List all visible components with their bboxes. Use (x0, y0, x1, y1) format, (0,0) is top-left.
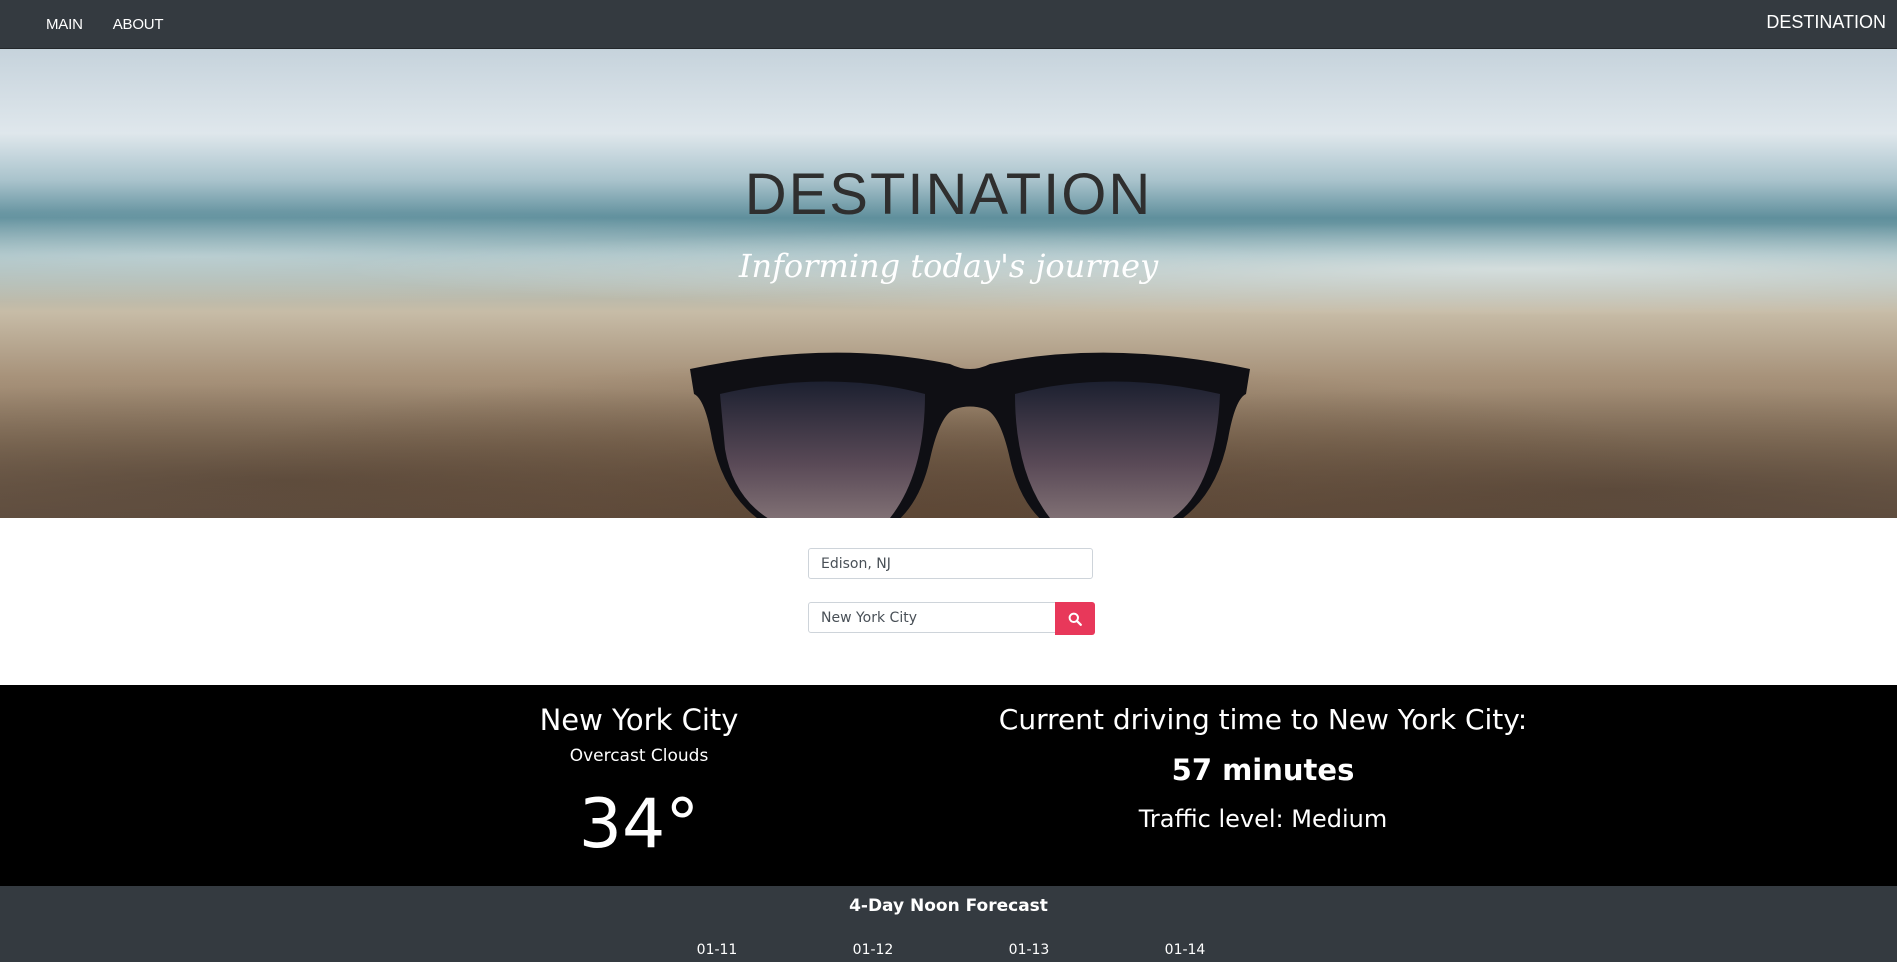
weather-city: New York City (539, 703, 739, 737)
forecast-day: 01-14 (1164, 942, 1206, 958)
current-conditions-panel: New York City Overcast Clouds 34° Curren… (0, 685, 1897, 886)
hero-title: DESTINATION (744, 162, 1153, 227)
forecast-panel: 4-Day Noon Forecast 01-11 01-12 01-13 01… (0, 886, 1897, 962)
driving-time-heading: Current driving time to New York City: (998, 703, 1528, 736)
nav-about-link[interactable]: ABOUT (113, 16, 164, 33)
top-navbar: MAIN ABOUT DESTINATION (0, 0, 1897, 49)
forecast-day: 01-12 (852, 942, 894, 958)
nav-main-link[interactable]: MAIN (46, 16, 83, 33)
forecast-day: 01-11 (696, 942, 738, 958)
hero-subtitle: Informing today's journey (738, 247, 1159, 285)
driving-time-value: 57 minutes (1171, 753, 1355, 787)
navbar-brand[interactable]: DESTINATION (1766, 12, 1886, 33)
search-button[interactable] (1055, 602, 1095, 635)
hero-banner: DESTINATION Informing today's journey (0, 49, 1897, 518)
forecast-title: 4-Day Noon Forecast (849, 896, 1048, 916)
weather-temperature: 34° (578, 785, 700, 864)
sunglasses-image (690, 352, 1250, 518)
traffic-level: Traffic level: Medium (1138, 805, 1388, 833)
destination-input[interactable] (808, 602, 1056, 633)
origin-input[interactable] (808, 548, 1093, 579)
search-icon (1068, 612, 1082, 626)
forecast-day: 01-13 (1008, 942, 1050, 958)
weather-conditions: Overcast Clouds (569, 746, 709, 766)
